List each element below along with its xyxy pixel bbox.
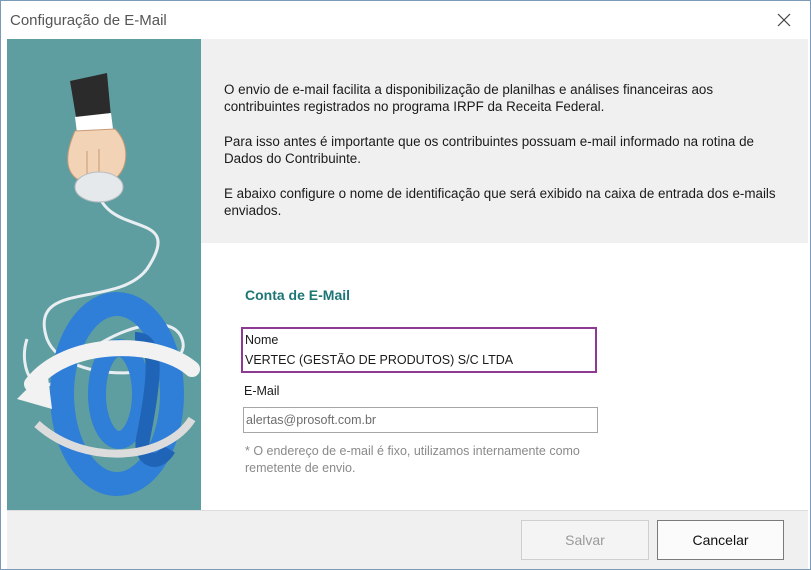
email-input[interactable]: [243, 407, 598, 433]
close-button[interactable]: [766, 5, 802, 35]
button-bar: Salvar Cancelar: [7, 510, 808, 569]
close-icon: [777, 13, 791, 27]
title-bar: Configuração de E-Mail: [1, 1, 810, 39]
nome-field-group: Nome: [241, 327, 597, 373]
email-label: E-Mail: [244, 384, 280, 398]
cancel-button[interactable]: Cancelar: [657, 520, 784, 560]
email-at-hand-illustration: [17, 73, 200, 496]
intro-paragraph-1: O envio de e-mail facilita a disponibili…: [224, 82, 714, 114]
nome-label: Nome: [245, 333, 279, 347]
intro-paragraph-2: Para isso antes é importante que os cont…: [224, 134, 754, 166]
nome-input[interactable]: [245, 350, 585, 370]
window-title: Configuração de E-Mail: [10, 12, 167, 29]
intro-paragraph-3: E abaixo configure o nome de identificaç…: [224, 186, 776, 218]
save-button[interactable]: Salvar: [521, 520, 649, 560]
section-title: Conta de E-Mail: [245, 287, 351, 303]
illustration-panel: [7, 39, 201, 510]
intro-panel: O envio de e-mail facilita a disponibili…: [201, 39, 808, 243]
email-note: * O endereço de e-mail é fixo, utilizamo…: [245, 444, 580, 475]
dialog-window: Configuração de E-Mail O envio de e-mail…: [0, 0, 811, 570]
email-account-form: Conta de E-Mail Nome E-Mail * O endereço…: [201, 243, 808, 510]
